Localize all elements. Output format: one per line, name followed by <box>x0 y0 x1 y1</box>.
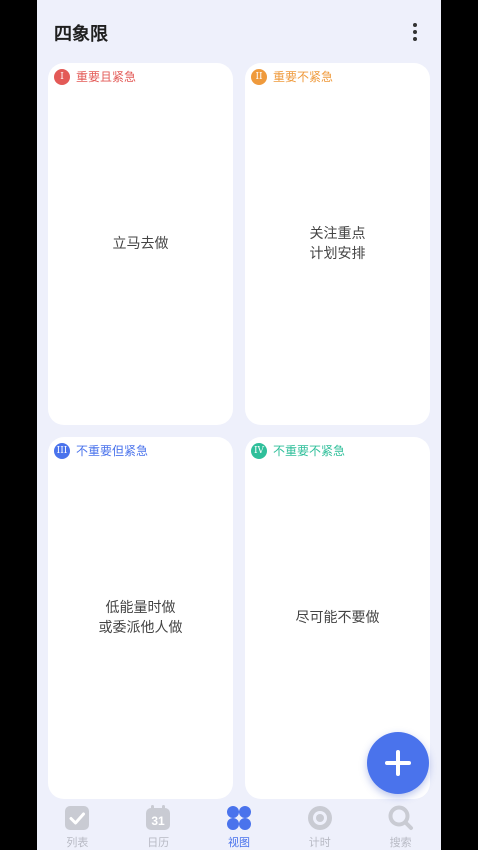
quadrant-hint: 立马去做 <box>48 63 233 425</box>
page-title: 四象限 <box>54 24 108 45</box>
quadrant-not-important-urgent[interactable]: III 不重要但紧急 低能量时做 或委派他人做 <box>48 437 233 799</box>
svg-text:31: 31 <box>152 814 166 828</box>
hint-line: 计划安排 <box>309 246 366 262</box>
quadrant-hint: 低能量时做 或委派他人做 <box>48 437 233 799</box>
four-dots-icon <box>225 804 253 832</box>
calendar-icon: 31 <box>144 804 172 832</box>
nav-calendar[interactable]: 31 日历 <box>128 800 188 850</box>
quadrant-important-urgent[interactable]: I 重要且紧急 立马去做 <box>48 63 233 425</box>
hint-line: 或委派他人做 <box>98 620 183 636</box>
nav-search[interactable]: 搜索 <box>371 800 431 850</box>
nav-label: 列表 <box>66 836 89 849</box>
app-screen: 四象限 I 重要且紧急 立马去做 II 重要不紧急 关注重点 计划安排 III … <box>37 0 441 850</box>
hint-line: 关注重点 <box>309 226 366 242</box>
more-dot-icon <box>413 30 417 34</box>
nav-view[interactable]: 视图 <box>209 800 269 850</box>
timer-icon <box>306 804 334 832</box>
quadrant-important-not-urgent[interactable]: II 重要不紧急 关注重点 计划安排 <box>245 63 430 425</box>
quadrant-hint: 关注重点 计划安排 <box>245 63 430 425</box>
more-dot-icon <box>413 23 417 27</box>
top-bar: 四象限 <box>37 0 441 60</box>
more-dot-icon <box>413 37 417 41</box>
add-task-button[interactable] <box>367 732 429 794</box>
nav-label: 搜索 <box>389 836 412 849</box>
hint-line: 低能量时做 <box>105 600 176 616</box>
search-icon <box>387 804 415 832</box>
nav-label: 计时 <box>308 836 331 849</box>
nav-list[interactable]: 列表 <box>47 800 107 850</box>
nav-label: 日历 <box>147 836 170 849</box>
hint-line: 尽可能不要做 <box>295 610 380 626</box>
nav-label: 视图 <box>227 836 250 849</box>
checkbox-icon <box>63 804 91 832</box>
hint-line: 立马去做 <box>112 236 169 252</box>
nav-timer[interactable]: 计时 <box>290 800 350 850</box>
more-options-button[interactable] <box>403 20 427 44</box>
bottom-navigation: 列表 31 日历 视图 计时 搜索 <box>37 800 441 850</box>
